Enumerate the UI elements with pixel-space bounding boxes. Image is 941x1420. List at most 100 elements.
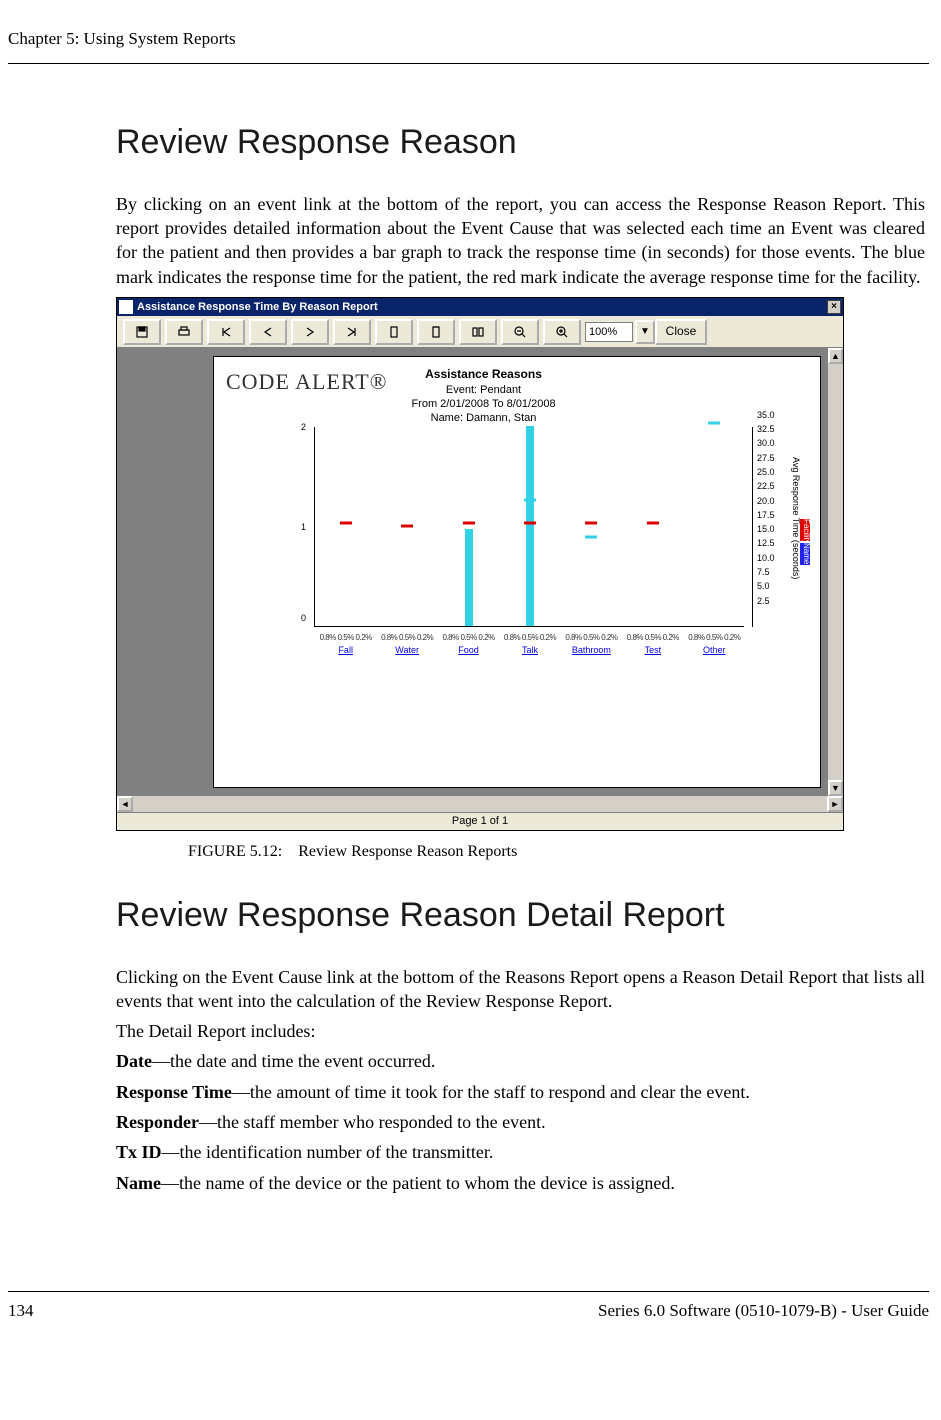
def-term: Tx ID: [116, 1142, 162, 1162]
multi-page-button[interactable]: [459, 319, 497, 345]
page-width-icon: [429, 325, 443, 339]
multi-page-icon: [471, 325, 485, 339]
zoom-out-button[interactable]: [501, 319, 539, 345]
window-titlebar[interactable]: Assistance Response Time By Reason Repor…: [117, 298, 843, 316]
zoom-out-icon: [513, 325, 527, 339]
chart-category[interactable]: 0.8% 0.5% 0.2%Other: [684, 633, 744, 656]
definition-item: Response Time—the amount of time it took…: [116, 1080, 925, 1104]
report-header-block: Assistance Reasons Event: Pendant From 2…: [411, 367, 555, 425]
report-page: CODE ALERT® Assistance Reasons Event: Pe…: [213, 356, 821, 788]
chart-bar: [465, 529, 473, 626]
scrollbar-track[interactable]: [133, 796, 827, 812]
ytick-left: 2: [301, 421, 306, 433]
ytick-right: 32.5: [757, 423, 775, 435]
save-icon: [135, 325, 149, 339]
red-mark: [524, 522, 536, 525]
first-page-button[interactable]: [207, 319, 245, 345]
red-mark: [647, 522, 659, 525]
chart-category[interactable]: 0.8% 0.5% 0.2%Bathroom: [561, 633, 621, 656]
next-icon: [303, 325, 317, 339]
window-title: Assistance Response Time By Reason Repor…: [137, 300, 378, 315]
chart-category[interactable]: 0.8% 0.5% 0.2%Fall: [316, 633, 376, 656]
definition-item: Date—the date and time the event occurre…: [116, 1049, 925, 1073]
scroll-down-icon[interactable]: ▼: [828, 780, 843, 796]
blue-mark: [524, 499, 536, 502]
close-icon[interactable]: ×: [827, 300, 841, 314]
next-page-button[interactable]: [291, 319, 329, 345]
figure-caption: FIGURE 5.12: Review Response Reason Repo…: [188, 841, 925, 863]
blue-mark: [708, 422, 720, 425]
section1-body: By clicking on an event link at the bott…: [116, 192, 925, 289]
scroll-right-icon[interactable]: ►: [827, 796, 843, 812]
page-number: 134: [8, 1300, 34, 1323]
def-term: Date: [116, 1051, 152, 1071]
print-button[interactable]: [165, 319, 203, 345]
ytick-right: 10.0: [757, 552, 775, 564]
ytick-left: 0: [301, 612, 306, 624]
chart-bar: [526, 426, 534, 626]
prev-page-button[interactable]: [249, 319, 287, 345]
def-desc: —the identification number of the transm…: [162, 1142, 494, 1162]
zoom-input[interactable]: [585, 322, 633, 342]
report-toolbar: ▼ Close: [117, 316, 843, 348]
axis-right: 2.55.07.510.012.515.017.520.022.525.027.…: [752, 427, 786, 627]
header-rule: [8, 63, 929, 64]
last-icon: [345, 325, 359, 339]
chart-category[interactable]: 0.8% 0.5% 0.2%Test: [623, 633, 683, 656]
red-mark: [463, 522, 475, 525]
report-viewer: CODE ALERT® Assistance Reasons Event: Pe…: [117, 348, 843, 796]
close-button[interactable]: Close: [655, 319, 707, 345]
section-title-review-response-reason: Review Response Reason: [116, 120, 925, 166]
ytick-right: 30.0: [757, 437, 775, 449]
chevron-down-icon: ▼: [640, 325, 650, 339]
viewer-gutter: [117, 348, 213, 796]
red-mark: [340, 522, 352, 525]
last-page-button[interactable]: [333, 319, 371, 345]
zoom-in-button[interactable]: [543, 319, 581, 345]
scroll-left-icon[interactable]: ◄: [117, 796, 133, 812]
section2-body1: Clicking on the Event Cause link at the …: [116, 965, 925, 1014]
def-desc: —the amount of time it took for the staf…: [232, 1082, 750, 1102]
def-desc: —the staff member who responded to the e…: [199, 1112, 546, 1132]
ytick-right: 35.0: [757, 409, 775, 421]
product-footer: Series 6.0 Software (0510-1079-B) - User…: [598, 1300, 929, 1323]
chart-category[interactable]: 0.8% 0.5% 0.2%Food: [439, 633, 499, 656]
red-mark: [585, 522, 597, 525]
ytick-right: 25.0: [757, 466, 775, 478]
ytick-right: 7.5: [757, 566, 770, 578]
zoom-dropdown[interactable]: ▼: [635, 320, 655, 344]
chart-category[interactable]: 0.8% 0.5% 0.2%Talk: [500, 633, 560, 656]
first-icon: [219, 325, 233, 339]
page-number-bar: Page 1 of 1: [117, 812, 843, 830]
report-window: Assistance Response Time By Reason Repor…: [116, 297, 844, 831]
zoom-in-icon: [555, 325, 569, 339]
red-mark: [401, 524, 413, 527]
legend-name: Name: [800, 543, 811, 564]
ytick-right: 15.0: [757, 523, 775, 535]
definition-item: Responder—the staff member who responded…: [116, 1110, 925, 1134]
horizontal-scrollbar[interactable]: ◄ ►: [117, 796, 843, 812]
section2-body2: The Detail Report includes:: [116, 1019, 925, 1043]
ytick-right: 2.5: [757, 595, 770, 607]
figure-number: FIGURE 5.12:: [188, 843, 282, 860]
reasons-chart: 0 1 2 0.8% 0.5% 0.2%Fall0.8% 0.5% 0.2%Wa…: [314, 427, 744, 627]
definition-item: Tx ID—the identification number of the t…: [116, 1140, 925, 1164]
app-icon: [119, 300, 133, 314]
def-term: Response Time: [116, 1082, 232, 1102]
ytick-left: 1: [301, 520, 306, 532]
scroll-up-icon[interactable]: ▲: [828, 348, 843, 364]
report-header-name: Name: Damann, Stan: [431, 412, 537, 424]
save-button[interactable]: [123, 319, 161, 345]
page-icon: [387, 325, 401, 339]
vertical-scrollbar[interactable]: ▲ ▼: [827, 348, 843, 796]
blue-mark: [585, 536, 597, 539]
chart-category[interactable]: 0.8% 0.5% 0.2%Water: [377, 633, 437, 656]
section-title-detail-report: Review Response Reason Detail Report: [116, 893, 925, 939]
def-desc: —the name of the device or the patient t…: [161, 1173, 675, 1193]
single-page-button[interactable]: [375, 319, 413, 345]
running-header: Chapter 5: Using System Reports: [8, 28, 929, 51]
legend: Facility Name: [800, 519, 810, 565]
report-header-title: Assistance Reasons: [425, 367, 542, 381]
report-header-event: Event: Pendant: [446, 384, 521, 396]
page-width-button[interactable]: [417, 319, 455, 345]
